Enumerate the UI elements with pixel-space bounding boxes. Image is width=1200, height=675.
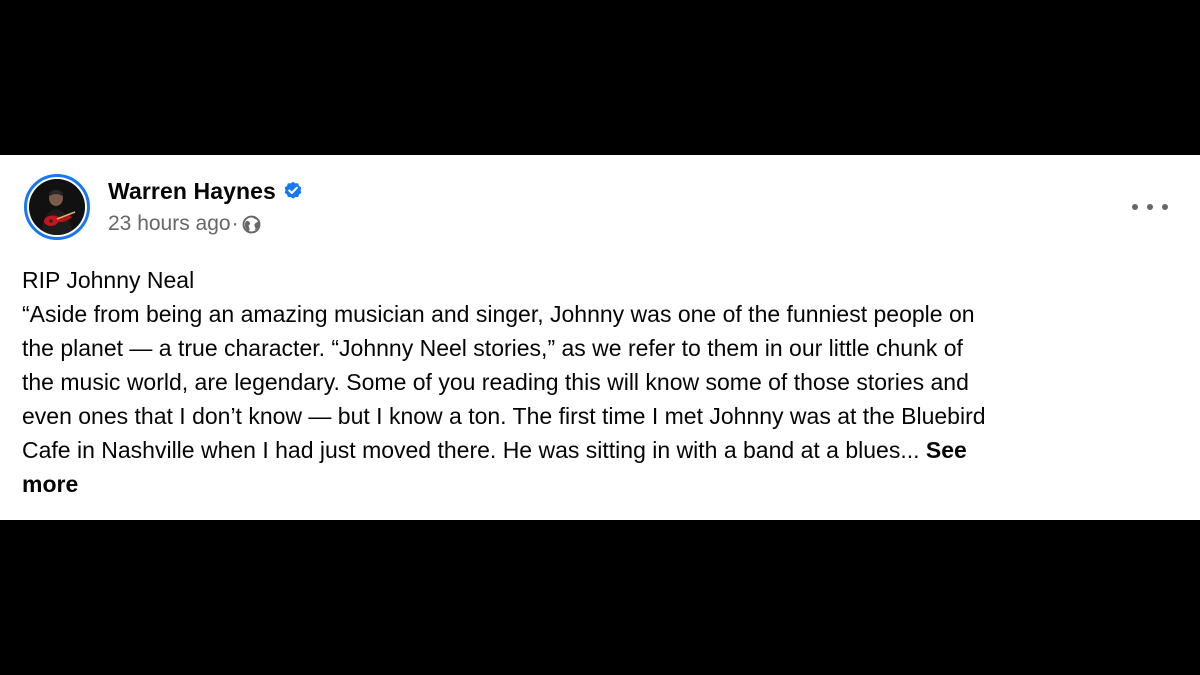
post-text-line: the music world, are legendary. Some of … — [22, 369, 969, 395]
more-options-icon[interactable] — [1132, 197, 1168, 217]
see-more-link[interactable]: See — [926, 437, 967, 463]
menu-dot — [1162, 204, 1168, 210]
avatar[interactable] — [24, 174, 90, 240]
post-text-line: even ones that I don’t know — but I know… — [22, 403, 986, 429]
see-more-link-continued[interactable]: more — [22, 467, 1182, 501]
menu-dot — [1132, 204, 1138, 210]
meta-separator: · — [231, 212, 239, 235]
author-row: Warren Haynes — [108, 174, 303, 208]
post-meta: 23 hours ago · — [108, 208, 303, 240]
post-text-line: “Aside from being an amazing musician an… — [22, 301, 975, 327]
globe-icon[interactable] — [242, 215, 261, 234]
post-text-line: Cafe in Nashville when I had just moved … — [22, 437, 926, 463]
post-text-line: RIP Johnny Neal — [22, 267, 195, 293]
guitarist-image-icon — [29, 179, 85, 235]
post-body: RIP Johnny Neal “Aside from being an ama… — [22, 263, 1182, 501]
avatar-photo — [29, 179, 85, 235]
author-block: Warren Haynes 23 hours ago · — [108, 174, 303, 240]
author-name[interactable]: Warren Haynes — [108, 178, 276, 205]
verified-badge-icon — [283, 181, 303, 201]
post-text-line-last: Cafe in Nashville when I had just moved … — [22, 433, 1182, 467]
menu-dot — [1147, 204, 1153, 210]
post-text-line: the planet — a true character. “Johnny N… — [22, 335, 963, 361]
screenshot-frame: Warren Haynes 23 hours ago · RIP Johnny … — [0, 0, 1200, 675]
post-timestamp[interactable]: 23 hours ago — [108, 212, 231, 236]
post-header: Warren Haynes 23 hours ago · — [24, 173, 303, 241]
facebook-post: Warren Haynes 23 hours ago · RIP Johnny … — [0, 155, 1200, 520]
